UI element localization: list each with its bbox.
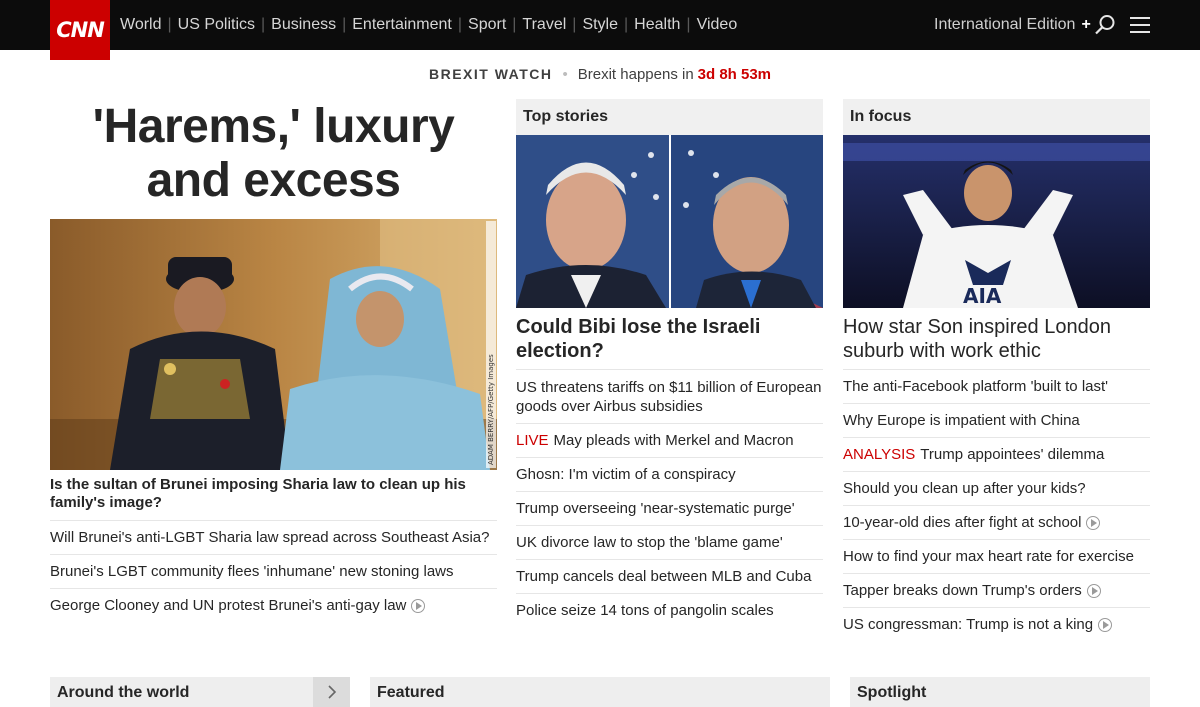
list-item-text: US congressman: Trump is not a king	[843, 616, 1094, 633]
in-focus-header: In focus	[843, 99, 1150, 135]
hero-image-credit: ADAM BERRY/AFP/Getty Images	[487, 354, 495, 465]
play-icon	[1086, 515, 1101, 530]
nav-link-world[interactable]: World	[120, 16, 162, 34]
edition-selector[interactable]: International Edition +	[934, 0, 1091, 50]
list-item[interactable]: The anti-Facebook platform 'built to las…	[843, 369, 1150, 403]
list-item[interactable]: Will Brunei's anti-LGBT Sharia law sprea…	[50, 520, 497, 554]
list-item-text: 10-year-old dies after fight at school	[843, 514, 1082, 531]
list-item-text: Trump appointees' dilemma	[920, 446, 1105, 463]
list-item[interactable]: Trump overseeing 'near-systematic purge'	[516, 491, 823, 525]
play-icon	[411, 598, 426, 613]
in-focus-headline[interactable]: How star Son inspired London suburb with…	[843, 315, 1150, 363]
top-stories-image[interactable]	[516, 135, 823, 308]
list-item[interactable]: US congressman: Trump is not a king	[843, 607, 1150, 641]
menu-icon[interactable]	[1130, 17, 1150, 33]
carousel-next-button[interactable]	[313, 677, 350, 707]
list-item-text: Trump overseeing 'near-systematic purge'	[516, 500, 795, 517]
search-icon[interactable]	[1094, 14, 1116, 36]
list-item-text: UK divorce law to stop the 'blame game'	[516, 534, 783, 551]
list-item[interactable]: Police seize 14 tons of pangolin scales	[516, 593, 823, 627]
brexit-countdown: 3d 8h 53m	[697, 65, 772, 83]
brexit-text: Brexit happens in	[577, 65, 694, 83]
nav-link-sport[interactable]: Sport	[468, 16, 506, 34]
nav-separator: |	[624, 16, 629, 33]
nav-separator: |	[457, 16, 463, 33]
edition-plus-icon: +	[1081, 16, 1091, 33]
chevron-right-icon	[327, 685, 336, 699]
nav-link-entertainment[interactable]: Entertainment	[352, 16, 452, 34]
brexit-label: BREXIT WATCH	[428, 66, 553, 82]
nav-link-style[interactable]: Style	[582, 16, 618, 34]
brexit-watch-bar[interactable]: BREXIT WATCH • Brexit happens in 3d 8h 5…	[0, 60, 1200, 88]
cnn-logo[interactable]: CNN	[50, 0, 110, 60]
list-item[interactable]: UK divorce law to stop the 'blame game'	[516, 525, 823, 559]
list-item[interactable]: ANALYSIS Trump appointees' dilemma	[843, 437, 1150, 471]
nav-separator: |	[512, 16, 517, 33]
list-item-text: Trump cancels deal between MLB and Cuba	[516, 568, 812, 585]
list-item[interactable]: How to find your max heart rate for exer…	[843, 539, 1150, 573]
list-item[interactable]: Should you clean up after your kids?	[843, 471, 1150, 505]
hero-related-list: Will Brunei's anti-LGBT Sharia law sprea…	[50, 520, 497, 622]
list-item-text: Will Brunei's anti-LGBT Sharia law sprea…	[50, 529, 490, 546]
list-item-text: Should you clean up after your kids?	[843, 480, 1086, 497]
nav-separator: |	[572, 16, 577, 33]
play-icon	[1086, 583, 1101, 598]
spotlight-header: Spotlight	[850, 677, 1150, 707]
hero-caption[interactable]: Is the sultan of Brunei imposing Sharia …	[50, 476, 497, 512]
edition-label: International Edition	[934, 16, 1076, 33]
top-nav: CNN World | US Politics | Business | Ent…	[0, 0, 1200, 60]
in-focus-list: The anti-Facebook platform 'built to las…	[843, 369, 1150, 641]
list-item[interactable]: 10-year-old dies after fight at school	[843, 505, 1150, 539]
list-item-text: George Clooney and UN protest Brunei's a…	[50, 597, 407, 614]
nav-separator: |	[167, 16, 172, 33]
list-item-text: How to find your max heart rate for exer…	[843, 548, 1134, 565]
nav-link-business[interactable]: Business	[271, 16, 336, 34]
nav-link-us-politics[interactable]: US Politics	[178, 16, 255, 34]
svg-text:AIA: AIA	[963, 284, 1002, 308]
list-item-text: Why Europe is impatient with China	[843, 412, 1080, 429]
list-item[interactable]: Why Europe is impatient with China	[843, 403, 1150, 437]
nav-link-travel[interactable]: Travel	[522, 16, 566, 34]
list-item-text: US threatens tariffs on $11 billion of E…	[516, 378, 822, 415]
list-item[interactable]: US threatens tariffs on $11 billion of E…	[516, 369, 823, 423]
list-item-text: May pleads with Merkel and Macron	[553, 432, 794, 449]
around-the-world-header: Around the world	[50, 677, 313, 707]
nav-separator: |	[342, 16, 347, 33]
list-item[interactable]: Brunei's LGBT community flees 'inhumane'…	[50, 554, 497, 588]
live-tag: LIVE	[516, 432, 549, 449]
list-item-text: Police seize 14 tons of pangolin scales	[516, 602, 774, 619]
in-focus-image[interactable]: AIA	[843, 135, 1150, 308]
play-icon	[1098, 617, 1113, 632]
featured-header: Featured	[370, 677, 830, 707]
list-item[interactable]: George Clooney and UN protest Brunei's a…	[50, 588, 497, 622]
list-item[interactable]: Ghosn: I'm victim of a conspiracy	[516, 457, 823, 491]
analysis-tag: ANALYSIS	[843, 446, 916, 463]
list-item-text: Brunei's LGBT community flees 'inhumane'…	[50, 563, 454, 580]
list-item-text: The anti-Facebook platform 'built to las…	[843, 378, 1109, 395]
nav-link-video[interactable]: Video	[697, 16, 738, 34]
top-stories-header: Top stories	[516, 99, 823, 135]
brexit-divider: •	[562, 65, 568, 83]
nav-link-health[interactable]: Health	[634, 16, 680, 34]
top-stories-headline[interactable]: Could Bibi lose the Israeli election?	[516, 315, 823, 363]
nav-separator: |	[686, 16, 691, 33]
nav-links: World | US Politics | Business | Enterta…	[120, 0, 737, 50]
hero-headline[interactable]: 'Harems,' luxury and excess	[50, 100, 497, 208]
list-item[interactable]: Trump cancels deal between MLB and Cuba	[516, 559, 823, 593]
list-item-text: Ghosn: I'm victim of a conspiracy	[516, 466, 736, 483]
nav-separator: |	[261, 16, 266, 33]
list-item[interactable]: Tapper breaks down Trump's orders	[843, 573, 1150, 607]
list-item-text: Tapper breaks down Trump's orders	[843, 582, 1082, 599]
hero-image[interactable]: ADAM BERRY/AFP/Getty Images	[50, 219, 497, 470]
top-stories-list: US threatens tariffs on $11 billion of E…	[516, 369, 823, 627]
list-item[interactable]: LIVE May pleads with Merkel and Macron	[516, 423, 823, 457]
